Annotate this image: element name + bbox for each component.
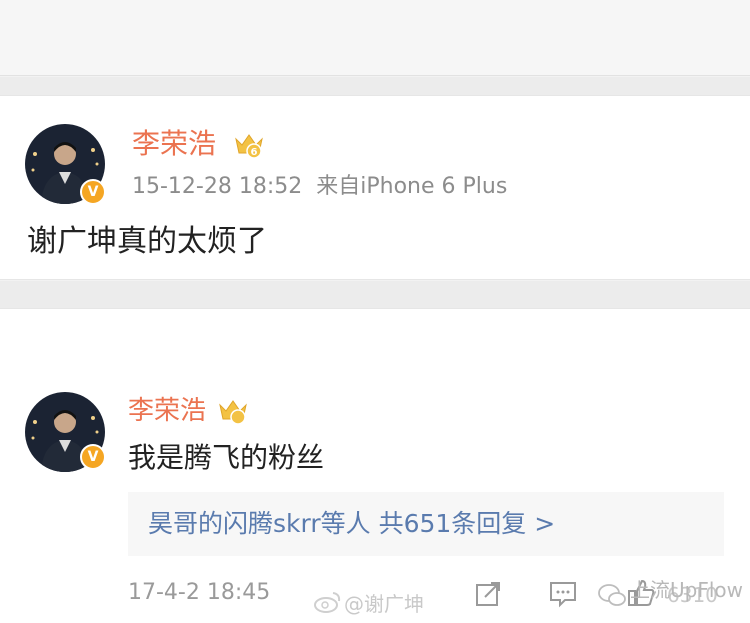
top-bar xyxy=(0,0,750,76)
post-timestamp: 15-12-28 18:52 xyxy=(132,174,303,199)
comment-username[interactable]: 李荣浩 xyxy=(128,395,206,427)
comment-item xyxy=(0,308,750,623)
post-source: 来自iPhone 6 Plus xyxy=(316,174,508,199)
vip-level: 6 xyxy=(251,147,258,158)
post-meta: 15-12-28 18:52 来自iPhone 6 Plus xyxy=(132,174,507,200)
weibo-post[interactable]: V 李荣浩 6 15-12-28 18:52 来自iPhone 6 Plus 谢广… xyxy=(0,95,750,280)
comment-content: 我是腾飞的粉丝 xyxy=(128,441,325,474)
weibo-logo-icon xyxy=(314,592,341,613)
weibo-watermark: @谢广坤 xyxy=(344,592,424,616)
verified-badge-icon: V xyxy=(80,179,106,205)
account-watermark: 上流UpFlow xyxy=(630,578,743,602)
post-content: 谢广坤真的太烦了 xyxy=(27,224,267,259)
verified-badge-icon: V xyxy=(80,444,106,470)
comment-timestamp: 17-4-2 18:45 xyxy=(128,580,271,605)
vip-crown-icon: 6 xyxy=(235,134,263,159)
share-icon[interactable] xyxy=(474,580,502,608)
comment-icon[interactable] xyxy=(548,580,578,608)
wechat-logo-icon xyxy=(598,584,626,606)
divider xyxy=(0,281,750,308)
replies-summary[interactable]: 昊哥的闪腾skrr等人 共651条回复 > xyxy=(128,492,724,556)
replies-link[interactable]: 昊哥的闪腾skrr等人 共651条回复 > xyxy=(148,508,555,540)
post-username[interactable]: 李荣浩 xyxy=(132,128,216,160)
divider xyxy=(0,77,750,95)
vip-crown-icon xyxy=(219,400,247,425)
